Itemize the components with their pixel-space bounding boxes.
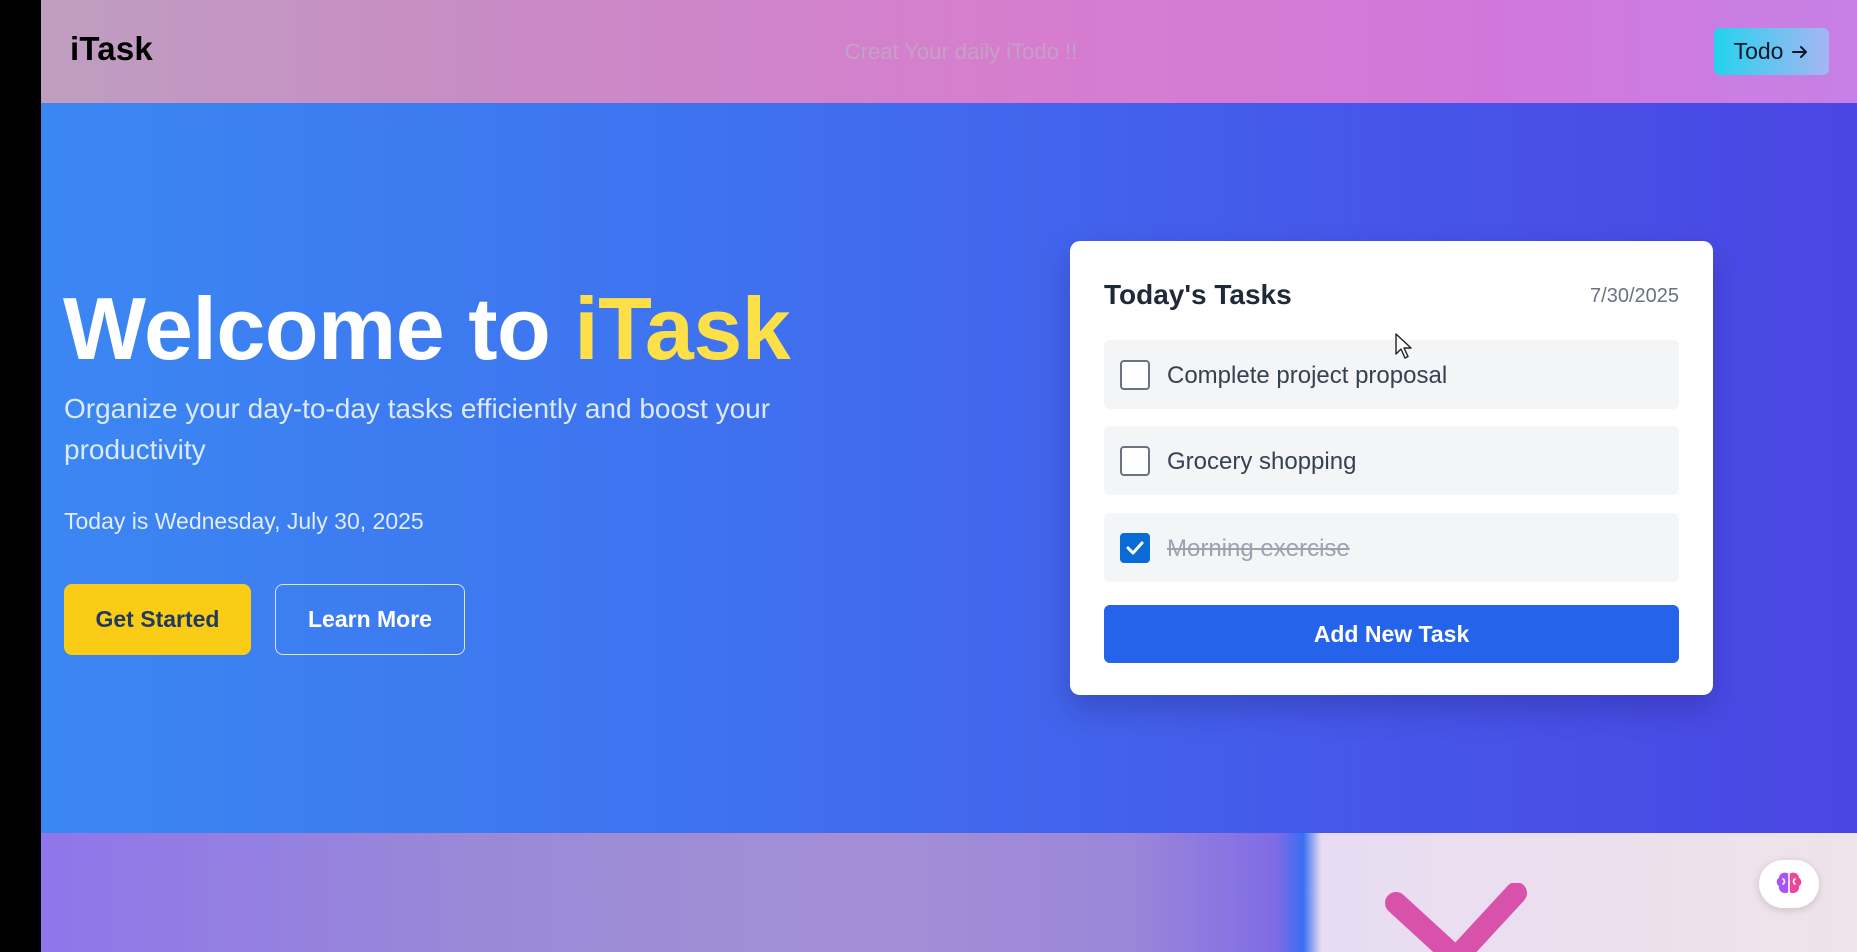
close-x-graphic [1385, 883, 1527, 952]
hero-title-accent: iTask [574, 279, 791, 378]
learn-more-button[interactable]: Learn More [275, 584, 465, 655]
task-label: Morning exercise [1167, 535, 1350, 562]
task-checkbox[interactable] [1120, 446, 1150, 476]
arrow-right-icon [1792, 45, 1808, 58]
task-item[interactable]: Complete project proposal [1104, 340, 1679, 409]
task-checkbox[interactable] [1120, 360, 1150, 390]
logo[interactable]: iTask [70, 30, 153, 68]
left-black-strip [0, 0, 41, 952]
top-header: iTask Creat Your daily iTodo !! Todo [41, 0, 1857, 103]
mouse-cursor-icon [1395, 333, 1412, 359]
add-new-task-button[interactable]: Add New Task [1104, 605, 1679, 663]
task-checkbox-checked[interactable] [1120, 533, 1150, 563]
task-item[interactable]: Grocery shopping [1104, 426, 1679, 495]
tasks-card: Today's Tasks 7/30/2025 Complete project… [1070, 241, 1713, 695]
task-item[interactable]: Morning exercise [1104, 513, 1679, 582]
next-section-preview [41, 833, 1857, 952]
get-started-button[interactable]: Get Started [64, 584, 251, 655]
app-window: iTask Creat Your daily iTodo !! Todo Wel… [41, 0, 1857, 952]
hero-title-prefix: Welcome to [63, 279, 575, 378]
floating-assistant-button[interactable] [1759, 860, 1819, 908]
todo-button[interactable]: Todo [1714, 28, 1829, 75]
hero-subtitle: Organize your day-to-day tasks efficient… [64, 393, 771, 465]
card-date: 7/30/2025 [1590, 285, 1679, 307]
header-tagline: Creat Your daily iTodo !! [844, 39, 1078, 64]
hero-title: Welcome to iTask [63, 278, 791, 380]
card-title: Today's Tasks [1104, 279, 1292, 310]
checkmark-icon [1126, 541, 1144, 555]
hero-date-text: Today is Wednesday, July 30, 2025 [64, 508, 424, 534]
brain-icon [1776, 872, 1802, 894]
task-label: Grocery shopping [1167, 448, 1357, 475]
task-label: Complete project proposal [1167, 362, 1448, 389]
hero-section: Welcome to iTask Organize your day-to-da… [41, 103, 1857, 833]
todo-button-label: Todo [1733, 38, 1784, 64]
